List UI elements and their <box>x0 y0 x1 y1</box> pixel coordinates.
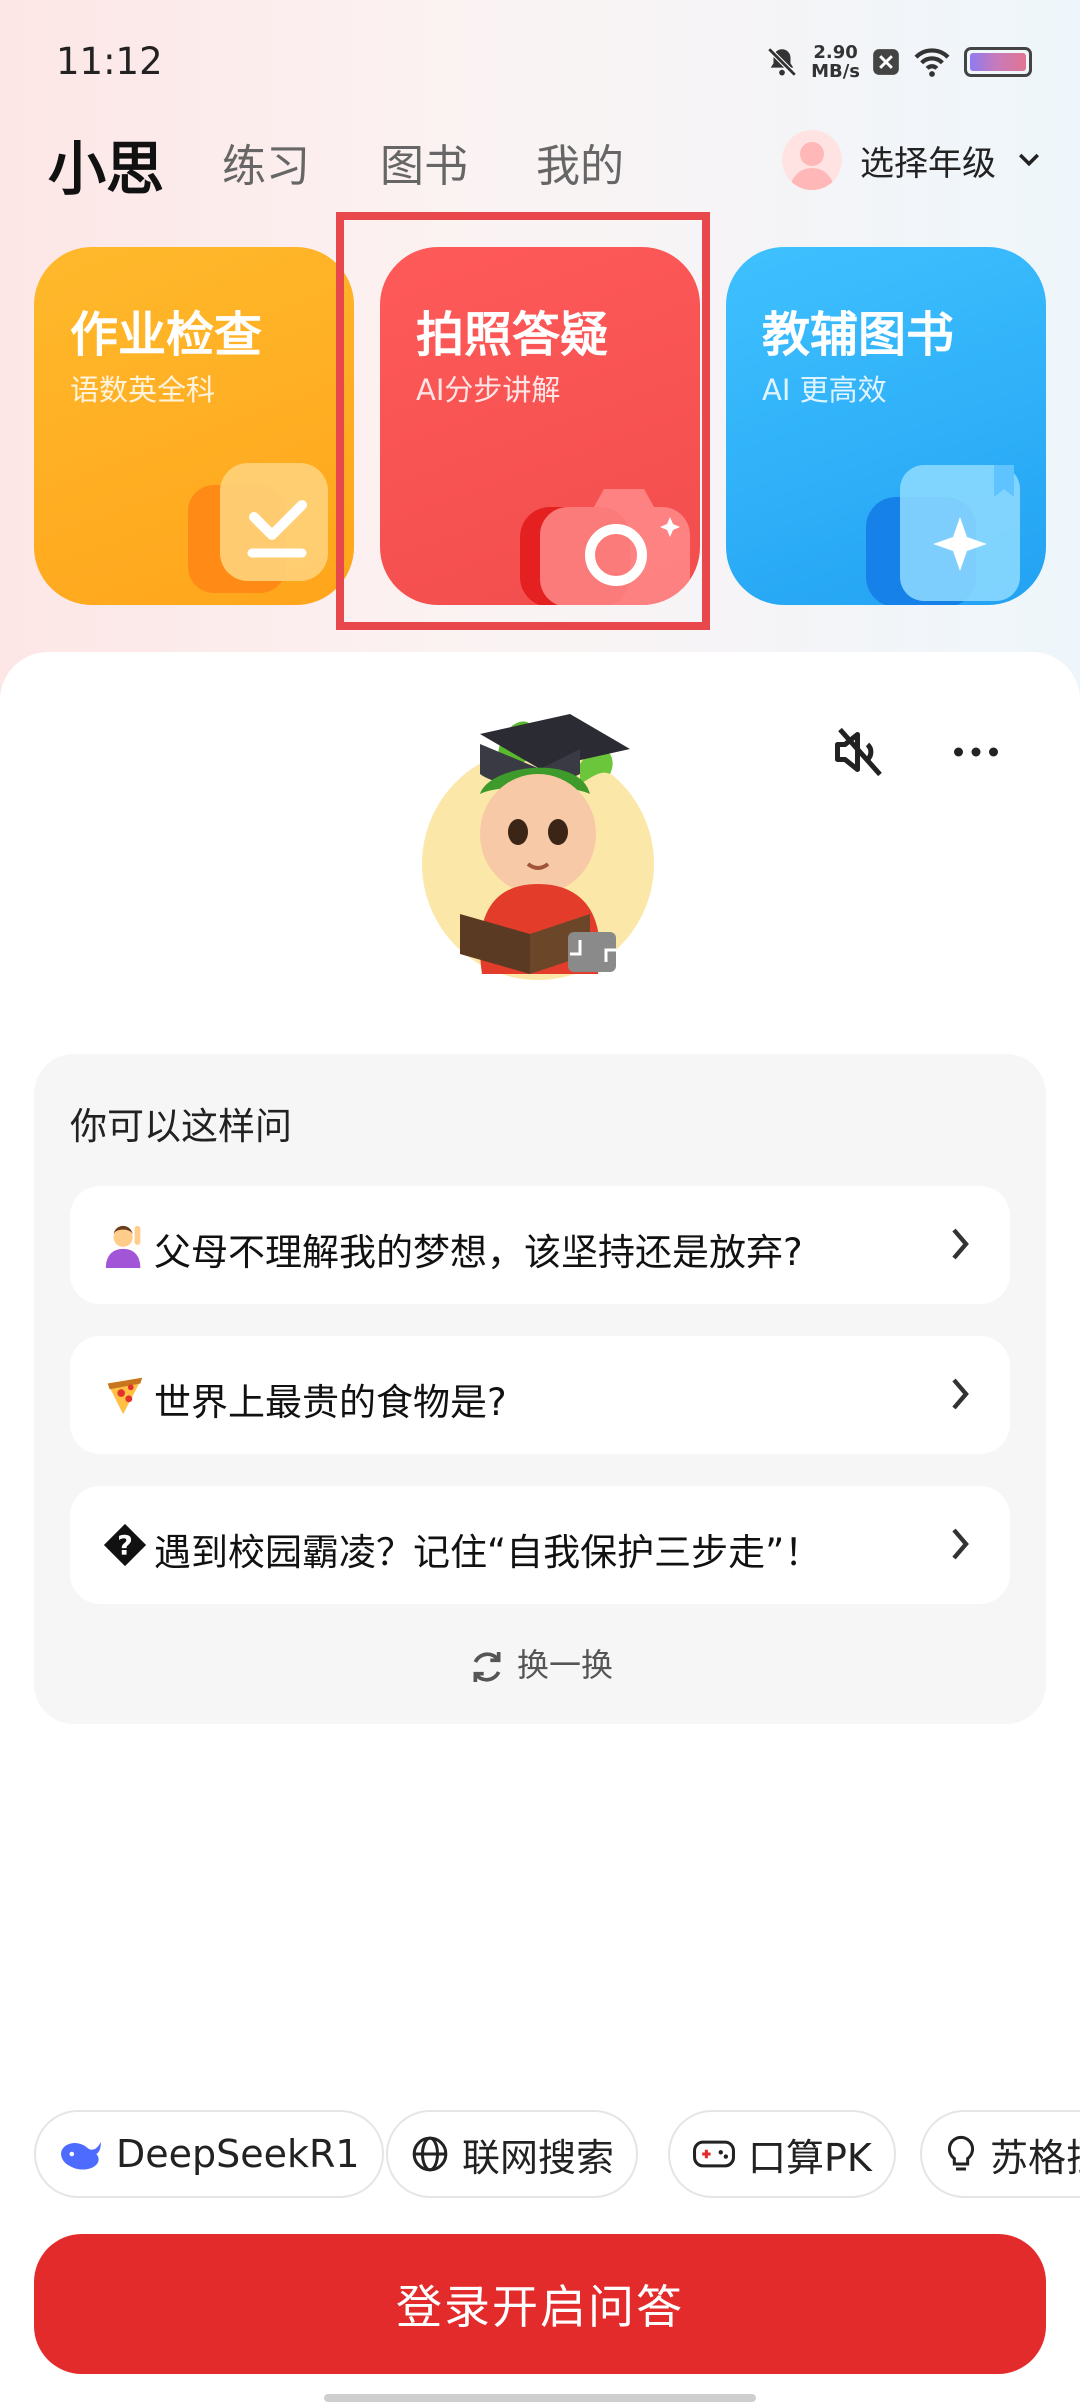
battery-icon <box>964 47 1032 77</box>
chevron-right-icon <box>952 1528 969 1560</box>
wifi-icon <box>914 48 950 77</box>
suggestion-text: 父母不理解我的梦想，该坚持还是放弃? <box>154 1231 803 1274</box>
grade-selector[interactable]: 选择年级 <box>782 130 1044 190</box>
checkmark-document-icon <box>188 463 328 593</box>
more-icon[interactable] <box>946 722 1006 782</box>
card-subtitle: AI 更高效 <box>762 373 887 407</box>
tab-practice[interactable]: 练习 <box>222 130 310 194</box>
suggestion-panel: 你可以这样问 父母不理解我的梦想，该坚持还是放弃? 世界上最贵的食物是? ? 遇… <box>34 1054 1046 1724</box>
chip-deepseek[interactable]: DeepSeekR1 <box>34 2110 384 2198</box>
globe-icon <box>412 2136 448 2172</box>
chevron-right-icon <box>952 1378 969 1410</box>
refresh-button[interactable]: 换一换 <box>34 1640 1046 1687</box>
pizza-emoji <box>107 1377 143 1415</box>
refresh-icon <box>473 1652 501 1682</box>
speaker-muted-icon[interactable] <box>830 722 890 782</box>
tab-xiaosi[interactable]: 小思 <box>48 122 164 206</box>
status-icons: 2.90 MB/s <box>765 40 1032 84</box>
home-indicator[interactable] <box>324 2394 756 2402</box>
bell-muted-icon <box>767 47 797 77</box>
status-time: 11:12 <box>56 40 163 83</box>
grade-label: 选择年级 <box>860 143 996 184</box>
suggestion-title: 你可以这样问 <box>70 1105 292 1148</box>
person-raising-hand-emoji <box>105 1225 141 1268</box>
suggestion-item[interactable]: ? 遇到校园霸凌？记住“自我保护三步走”！ <box>70 1486 1010 1604</box>
chip-mental-math-pk[interactable]: 口算PK <box>668 2110 896 2198</box>
chip-socratic[interactable]: 苏格拉底 <box>920 2110 1080 2198</box>
card-title: 教辅图书 <box>762 307 955 363</box>
refresh-label: 换一换 <box>516 1646 613 1684</box>
tutoring-books-card[interactable]: 教辅图书 AI 更高效 <box>726 247 1046 605</box>
status-bar: 11:12 2.90 MB/s <box>0 0 1080 120</box>
chip-label: 联网搜索 <box>462 2135 615 2180</box>
tab-mine[interactable]: 我的 <box>536 130 624 194</box>
chip-label: DeepSeekR1 <box>116 2132 360 2176</box>
chevron-down-icon <box>1019 153 1039 167</box>
suggestion-text: 遇到校园霸凌？记住“自我保护三步走”！ <box>154 1531 822 1574</box>
chevron-right-icon <box>952 1228 969 1260</box>
network-speed: 2.90 MB/s <box>811 42 860 82</box>
top-nav: 小思 练习 图书 我的 选择年级 <box>0 120 1080 210</box>
chip-web-search[interactable]: 联网搜索 <box>386 2110 639 2198</box>
mascot-avatar[interactable] <box>420 704 656 986</box>
suggestion-text: 世界上最贵的食物是? <box>154 1381 507 1424</box>
homework-check-card[interactable]: 作业检查 语数英全科 <box>34 247 354 605</box>
notification-x-icon <box>873 49 899 75</box>
book-sparkle-icon <box>866 465 1020 605</box>
card-subtitle: 语数英全科 <box>70 373 216 407</box>
card-title: 作业检查 <box>70 307 263 363</box>
suggestion-item[interactable]: 世界上最贵的食物是? <box>70 1336 1010 1454</box>
deepseek-whale-icon <box>61 2141 101 2170</box>
suggestion-item[interactable]: 父母不理解我的梦想，该坚持还是放弃? <box>70 1186 1010 1304</box>
login-button[interactable]: 登录开启问答 <box>34 2234 1046 2374</box>
avatar <box>782 130 842 190</box>
lightbulb-icon <box>947 2135 975 2171</box>
chip-label: 苏格拉底 <box>990 2135 1080 2180</box>
unknown-glyph-icon: ? <box>103 1523 147 1567</box>
tab-books[interactable]: 图书 <box>380 130 468 194</box>
highlight-frame <box>336 212 710 630</box>
gamepad-icon <box>693 2140 735 2168</box>
chip-label: 口算PK <box>748 2135 872 2180</box>
svg-text:?: ? <box>117 1531 133 1562</box>
